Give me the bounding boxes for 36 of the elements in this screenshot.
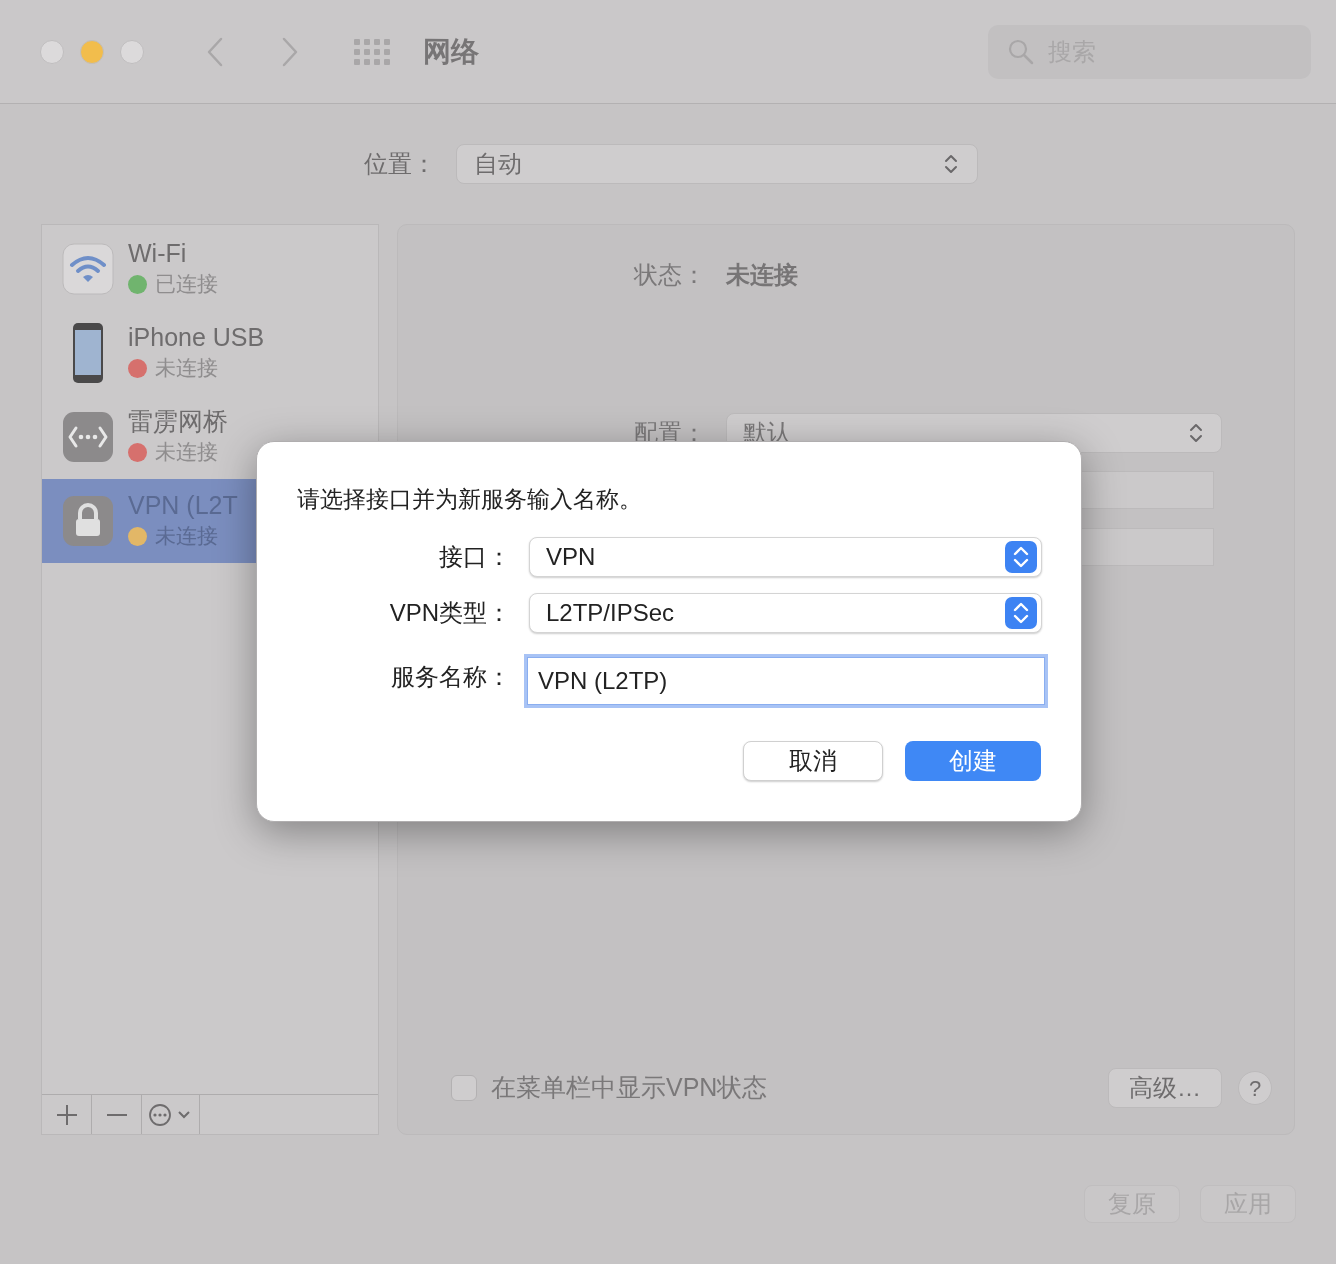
stepper-icon xyxy=(1187,422,1205,444)
minus-icon xyxy=(105,1113,128,1116)
status-value: 未连接 xyxy=(726,260,798,290)
field-label: 接口： xyxy=(438,541,511,572)
stepper-icon xyxy=(942,153,960,175)
bridge-icon xyxy=(62,411,114,463)
plus-icon xyxy=(55,1103,78,1126)
lock-icon xyxy=(62,495,114,547)
forward-icon xyxy=(281,35,299,68)
status-label: 状态： xyxy=(634,260,706,290)
service-item[interactable]: iPhone USB 未连接 xyxy=(42,311,378,395)
back-icon xyxy=(206,35,224,68)
advanced-button[interactable]: 高级… xyxy=(1108,1068,1222,1108)
stepper-icon xyxy=(1005,540,1037,573)
window-title: 网络 xyxy=(423,34,479,69)
close-button[interactable] xyxy=(40,39,64,64)
minimize-button[interactable] xyxy=(80,39,104,64)
location-popup[interactable]: 自动 xyxy=(456,144,978,184)
wifi-icon xyxy=(62,243,114,295)
popup-button[interactable]: L2TP/IPSec xyxy=(529,592,1042,633)
location-label: 位置： xyxy=(364,149,436,179)
search-icon xyxy=(1008,38,1034,65)
popup-button[interactable]: VPN xyxy=(529,536,1042,577)
field-label: 服务名称： xyxy=(390,661,511,692)
service-name-field[interactable]: VPN (L2TP) xyxy=(527,656,1045,705)
service-item[interactable]: 雷雳网桥 未连接 xyxy=(42,395,378,479)
dialog-button[interactable]: 取消 xyxy=(743,740,883,781)
checkbox[interactable] xyxy=(451,1075,477,1101)
zoom-button[interactable] xyxy=(120,39,144,64)
dialog-button[interactable]: 创建 xyxy=(905,740,1041,781)
field-label: VPN类型： xyxy=(388,597,511,628)
grid-icon xyxy=(354,38,390,65)
stepper-icon xyxy=(1005,596,1037,629)
help-button[interactable]: ? xyxy=(1238,1071,1272,1105)
service-item[interactable]: Wi-Fi 已连接 xyxy=(42,227,378,311)
checkbox-label: 在菜单栏中显示VPN状态 xyxy=(491,1072,768,1104)
